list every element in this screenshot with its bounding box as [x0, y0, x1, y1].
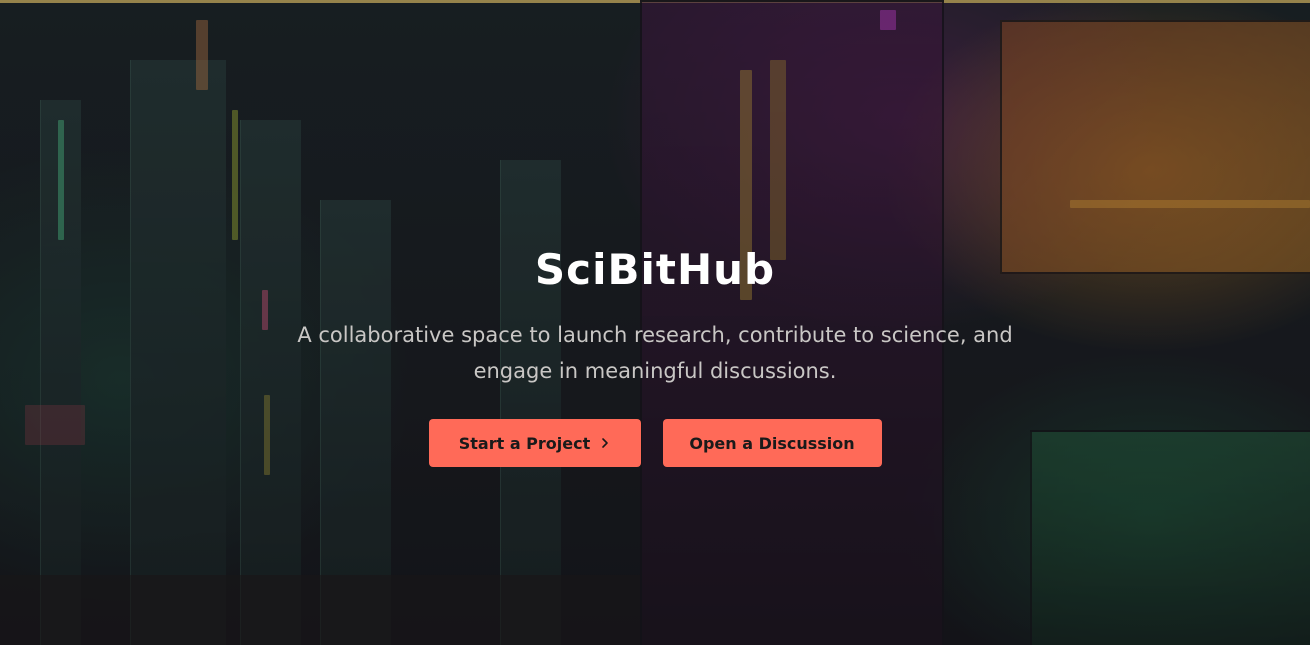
chevron-right-icon	[602, 438, 609, 448]
start-project-button[interactable]: Start a Project	[428, 419, 641, 467]
start-project-label: Start a Project	[458, 433, 591, 453]
site-tagline: A collaborative space to launch research…	[297, 323, 1013, 383]
hero-content: SciBitHub A collaborative space to launc…	[0, 245, 1310, 467]
open-discussion-label: Open a Discussion	[689, 433, 855, 453]
hero-section: SciBitHub A collaborative space to launc…	[0, 0, 1310, 645]
site-title: SciBitHub	[534, 245, 776, 294]
open-discussion-button[interactable]: Open a Discussion	[662, 419, 882, 467]
hero-actions: Start a Project Open a Discussion	[0, 419, 1310, 467]
